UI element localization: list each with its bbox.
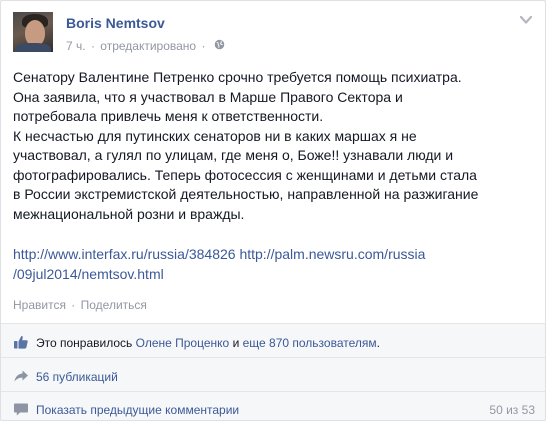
- likes-suffix: .: [376, 336, 380, 350]
- post-text-line: К несчастью для путинских сенаторов ни в…: [13, 127, 417, 144]
- meta-separator-2: ·: [201, 38, 206, 53]
- post-text-line: Она заявила, что я участвовал в Марше Пр…: [13, 88, 403, 105]
- post-header: Boris Nemtsov 7 ч. · отредактировано ·: [13, 12, 533, 62]
- author-name[interactable]: Boris Nemtsov: [66, 15, 165, 31]
- post-text-line: межнациональной розни и вражды.: [13, 205, 245, 222]
- likers-others[interactable]: еще 870 пользователям: [243, 336, 377, 350]
- post-text-line: Сенатору Валентине Петренко срочно требу…: [13, 69, 462, 85]
- shares-row: 56 публикаций: [1, 362, 545, 392]
- globe-icon[interactable]: [211, 39, 225, 53]
- meta-separator: ·: [90, 38, 95, 53]
- author-avatar[interactable]: [13, 12, 53, 52]
- thumbs-up-icon: [14, 336, 28, 349]
- shares-count[interactable]: 56 публикаций: [36, 370, 118, 384]
- show-previous-comments[interactable]: Показать предыдущие комментарии: [36, 403, 239, 417]
- feedback-panel: Это понравилось Олене Проценко и еще 870…: [1, 323, 545, 420]
- share-button[interactable]: Поделиться: [81, 298, 147, 312]
- post-card: Boris Nemtsov 7 ч. · отредактировано · С…: [0, 0, 546, 421]
- likes-prefix: Это понравилось: [36, 336, 133, 350]
- actions-separator: ·: [71, 298, 76, 312]
- post-links: http://www.interfax.ru/russia/384826 htt…: [13, 245, 537, 284]
- like-button[interactable]: Нравится: [13, 298, 66, 312]
- comments-row: Показать предыдущие комментарии 50 из 53: [1, 396, 545, 420]
- link-interfax[interactable]: http://www.interfax.ru/russia/384826: [13, 246, 236, 262]
- likes-summary: Это понравилось Олене Проценко и еще 870…: [36, 336, 380, 350]
- post-text-line: фотографировались. Теперь фотосессия с ж…: [13, 166, 477, 183]
- post-actions: Нравится · Поделиться: [13, 298, 147, 312]
- comment-icon: [14, 403, 28, 416]
- post-text-line: потребовала привлечь меня к ответственно…: [13, 108, 324, 124]
- post-body: Сенатору Валентине Петренко срочно требу…: [13, 68, 537, 224]
- edited-label[interactable]: отредактировано: [100, 39, 196, 53]
- post-meta: 7 ч. · отредактировано ·: [66, 38, 225, 53]
- likes-row: Это понравилось Олене Проценко и еще 870…: [1, 328, 545, 358]
- post-time[interactable]: 7 ч.: [66, 39, 86, 53]
- post-text-line: участвовал, а гулял по улицам, где меня …: [13, 147, 454, 163]
- share-arrow-icon: [14, 370, 28, 382]
- chevron-down-icon[interactable]: [519, 14, 533, 26]
- comments-count: 50 из 53: [489, 403, 535, 417]
- link-newsru-continued[interactable]: /09jul2014/nemtsov.html: [13, 266, 164, 282]
- avatar-shirt: [15, 43, 51, 52]
- likes-and: и: [232, 336, 240, 350]
- link-newsru[interactable]: http://palm.newsru.com/russia: [239, 246, 425, 262]
- post-text-line: в России экстремистской деятельностью, н…: [13, 186, 479, 202]
- liker-name[interactable]: Олене Проценко: [136, 336, 230, 350]
